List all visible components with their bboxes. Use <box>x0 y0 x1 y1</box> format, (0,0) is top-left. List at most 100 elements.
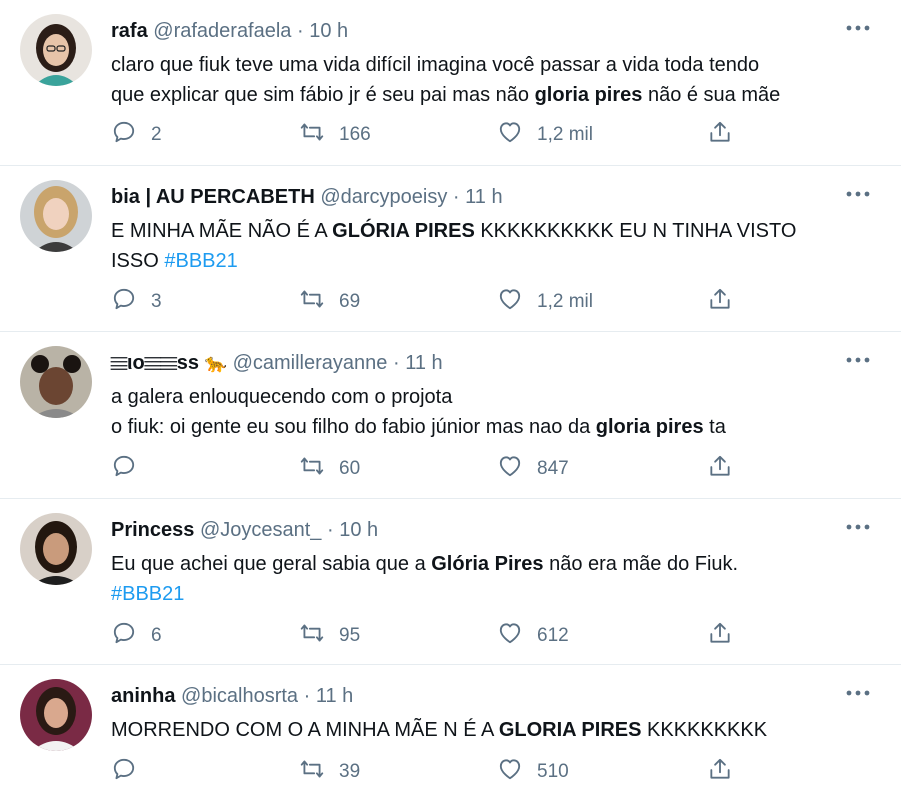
avatar[interactable] <box>20 14 92 86</box>
tweet-text-line: ISSO #BBB21 <box>111 246 881 276</box>
like-count: 847 <box>537 458 569 479</box>
reply-button[interactable] <box>111 757 151 787</box>
heart-icon <box>497 119 537 151</box>
like-button[interactable]: 612 <box>497 621 569 651</box>
text-segment: o fiuk: oi gente eu sou filho do fabio j… <box>111 416 596 438</box>
tweet-text-line: E MINHA MÃE NÃO É A GLÓRIA PIRES KKKKKKK… <box>111 216 881 246</box>
more-options-icon[interactable] <box>845 517 871 537</box>
user-handle[interactable]: @darcypoeisy <box>320 186 447 208</box>
share-icon <box>707 286 747 318</box>
display-name[interactable]: Princess <box>111 519 194 541</box>
display-name[interactable]: bia | AU PERCABETH <box>111 186 315 208</box>
share-icon <box>707 119 747 151</box>
share-button[interactable] <box>707 287 747 317</box>
heart-icon <box>497 286 537 318</box>
share-button[interactable] <box>707 757 747 787</box>
tweet[interactable]: Princess @Joycesant_ · 10 h Eu que achei… <box>0 499 901 665</box>
tweet-header: 𝄙ιο𝄙𝄙ss 🐆 @camillerayanne · 11 h <box>111 350 443 376</box>
share-icon <box>707 620 747 652</box>
retweet-icon <box>299 756 339 788</box>
share-button[interactable] <box>707 621 747 651</box>
retweet-button[interactable]: 39 <box>299 757 360 787</box>
timestamp[interactable]: 11 h <box>405 352 442 374</box>
reply-button[interactable]: 3 <box>111 287 162 317</box>
more-options-icon[interactable] <box>845 350 871 370</box>
tweet-text-line: o fiuk: oi gente eu sou filho do fabio j… <box>111 412 881 442</box>
user-handle[interactable]: @Joycesant_ <box>200 519 321 541</box>
tweet[interactable]: aninha @bicalhosrta · 11 h MORRENDO COM … <box>0 665 901 804</box>
text-segment: KKKKKKKKKK EU N TINHA VISTO <box>474 220 797 242</box>
more-options-icon[interactable] <box>845 184 871 204</box>
hashtag-link[interactable]: #BBB21 <box>111 583 184 605</box>
share-button[interactable] <box>707 120 747 150</box>
reply-button[interactable] <box>111 454 151 484</box>
timestamp[interactable]: 11 h <box>316 685 353 707</box>
tweet-actions: 39 510 <box>111 757 761 787</box>
like-button[interactable]: 1,2 mil <box>497 120 593 150</box>
reply-count: 2 <box>151 124 162 145</box>
user-handle[interactable]: @rafaderafaela <box>153 20 291 42</box>
display-name[interactable]: aninha <box>111 685 175 707</box>
timestamp[interactable]: 11 h <box>465 186 502 208</box>
tweet-header: Princess @Joycesant_ · 10 h <box>111 517 378 543</box>
reply-icon <box>111 620 151 652</box>
like-button[interactable]: 1,2 mil <box>497 287 593 317</box>
avatar[interactable] <box>20 346 92 418</box>
avatar[interactable] <box>20 180 92 252</box>
timestamp[interactable]: 10 h <box>309 20 348 42</box>
reply-icon <box>111 119 151 151</box>
text-segment: ta <box>703 416 726 438</box>
reply-count: 3 <box>151 291 162 312</box>
display-name[interactable]: rafa <box>111 20 148 42</box>
retweet-button[interactable]: 60 <box>299 454 360 484</box>
tweet-text-line: #BBB21 <box>111 579 881 609</box>
timestamp[interactable]: 10 h <box>339 519 378 541</box>
tweet-header: rafa @rafaderafaela · 10 h <box>111 18 348 44</box>
more-options-icon[interactable] <box>845 683 871 703</box>
tweet-text: Eu que achei que geral sabia que a Glóri… <box>111 549 881 609</box>
tweet-text-line: que explicar que sim fábio jr é seu pai … <box>111 80 881 110</box>
highlighted-text: gloria pires <box>534 84 643 106</box>
tweet[interactable]: 𝄙ιο𝄙𝄙ss 🐆 @camillerayanne · 11 h a galer… <box>0 332 901 499</box>
retweet-icon <box>299 119 339 151</box>
retweet-count: 69 <box>339 291 361 312</box>
reply-button[interactable]: 6 <box>111 621 162 651</box>
separator: · <box>327 519 334 541</box>
tweet-header: bia | AU PERCABETH @darcypoeisy · 11 h <box>111 184 503 210</box>
share-icon <box>707 453 747 485</box>
tweet-text-line: claro que fiuk teve uma vida difícil ima… <box>111 50 881 80</box>
text-segment: ISSO <box>111 250 165 272</box>
text-segment: que explicar que sim fábio jr é seu pai … <box>111 84 535 106</box>
more-options-icon[interactable] <box>845 18 871 38</box>
highlighted-text: Glória Pires <box>431 553 544 575</box>
tweet-actions: 3 69 1,2 mil <box>111 287 761 317</box>
tweet-actions: 6 95 612 <box>111 621 761 651</box>
retweet-button[interactable]: 69 <box>299 287 360 317</box>
reply-icon <box>111 453 151 485</box>
like-button[interactable]: 510 <box>497 757 569 787</box>
tweet[interactable]: bia | AU PERCABETH @darcypoeisy · 11 h E… <box>0 166 901 332</box>
tweet-text: MORRENDO COM O A MINHA MÃE N É A GLORIA … <box>111 715 881 745</box>
separator: · <box>392 352 400 374</box>
heart-icon <box>497 756 537 788</box>
highlighted-text: gloria pires <box>595 416 704 438</box>
like-count: 1,2 mil <box>537 291 593 312</box>
retweet-button[interactable]: 95 <box>299 621 360 651</box>
retweet-count: 60 <box>339 458 361 479</box>
hashtag-link[interactable]: #BBB21 <box>164 250 237 272</box>
like-button[interactable]: 847 <box>497 454 569 484</box>
user-handle[interactable]: @camillerayanne <box>233 352 388 374</box>
user-handle[interactable]: @bicalhosrta <box>181 685 298 707</box>
tweet-text-line: Eu que achei que geral sabia que a Glóri… <box>111 549 881 579</box>
display-name[interactable]: 𝄙ιο𝄙𝄙ss <box>111 352 199 374</box>
like-count: 510 <box>537 761 569 782</box>
tweet-text: a galera enlouquecendo com o projota o fi… <box>111 382 881 442</box>
retweet-button[interactable]: 166 <box>299 120 371 150</box>
avatar[interactable] <box>20 513 92 585</box>
share-button[interactable] <box>707 454 747 484</box>
text-segment: claro que fiuk teve uma vida difícil ima… <box>111 54 760 76</box>
avatar[interactable] <box>20 679 92 751</box>
reply-count: 6 <box>151 625 162 646</box>
tweet[interactable]: rafa @rafaderafaela · 10 h claro que fiu… <box>0 0 901 166</box>
reply-button[interactable]: 2 <box>111 120 162 150</box>
